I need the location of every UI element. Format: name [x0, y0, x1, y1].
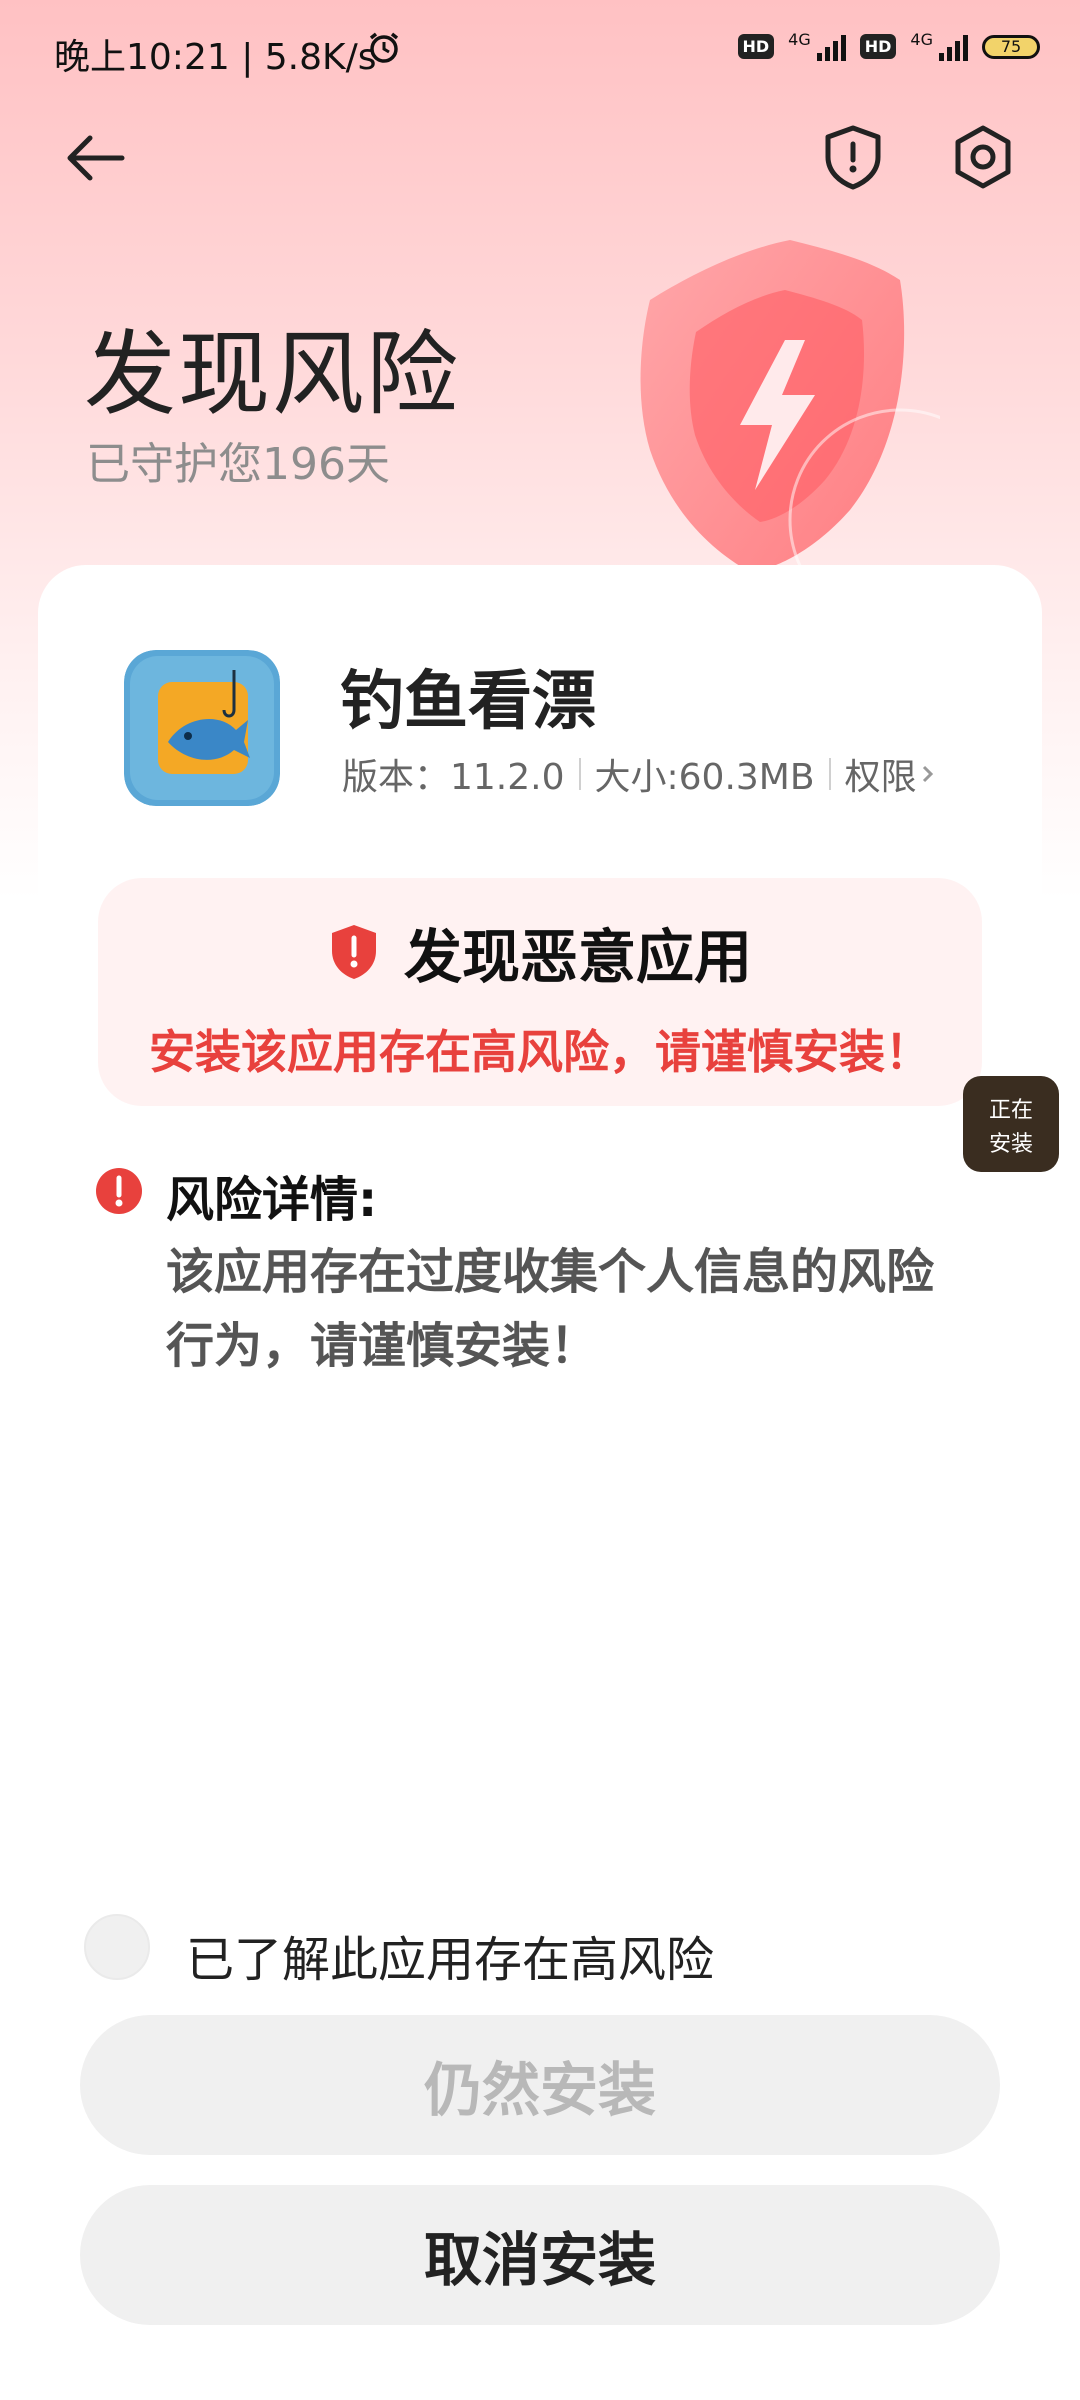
network-type-1: 4G — [788, 30, 811, 49]
app-size: 大小:60.3MB — [594, 757, 815, 798]
battery-icon: 75 — [982, 34, 1040, 59]
shield-exclamation-icon[interactable] — [818, 122, 888, 192]
permissions-label: 权限 — [844, 757, 917, 798]
protection-days: 已守护您196天 — [86, 439, 390, 490]
battery-level: 75 — [1000, 37, 1022, 56]
meta-divider — [578, 758, 581, 790]
gear-icon[interactable] — [948, 122, 1018, 192]
network-type-2: 4G — [910, 30, 933, 49]
app-name: 钓鱼看漂 — [340, 665, 596, 739]
hd-badge-2: HD — [859, 34, 897, 59]
app-version: 版本：11.2.0 — [342, 757, 565, 798]
installing-line-2: 安装 — [988, 1132, 1033, 1157]
installing-line-1: 正在 — [988, 1098, 1033, 1123]
alert-title: 发现恶意应用 — [403, 923, 752, 991]
app-icon — [124, 650, 280, 806]
alert-message: 安装该应用存在高风险，请谨慎安装！ — [149, 1025, 931, 1079]
risk-details-title: 风险详情: — [166, 1172, 378, 1228]
meta-divider — [828, 758, 831, 790]
signal-icon-2 — [939, 33, 968, 61]
risk-details-text: 该应用存在过度收集个人信息的风险行为，请谨慎安装！ — [166, 1244, 935, 1374]
page-title: 发现风险 — [84, 321, 461, 428]
alarm-clock-icon — [369, 32, 399, 63]
acknowledge-radio[interactable] — [84, 1914, 150, 1980]
info-circle-icon — [96, 1168, 142, 1214]
cancel-install-button[interactable]: 取消安装 — [80, 2185, 1000, 2325]
hd-badge-1: HD — [737, 34, 775, 59]
status-indicators: HD 4G HD 4G 75 — [737, 30, 1040, 63]
acknowledge-label[interactable]: 已了解此应用存在高风险 — [186, 1920, 714, 1990]
permissions-link[interactable]: 权限 — [845, 748, 939, 800]
status-bar: 晚上10:21 | 5.8K/s HD 4G HD 4G 75 — [0, 0, 1080, 100]
signal-icon-1 — [816, 33, 846, 61]
clock-time: 晚上10:21 — [54, 37, 230, 78]
installing-text: 正在 安装 — [963, 1094, 1059, 1162]
app-meta: 版本：11.2.0 大小:60.3MB 权限 — [342, 748, 939, 800]
back-arrow-icon[interactable] — [60, 128, 130, 188]
malware-alert-box: 发现恶意应用 安装该应用存在高风险，请谨慎安装！ — [98, 878, 982, 1106]
install-anyway-button[interactable]: 仍然安装 — [80, 2015, 1000, 2155]
alert-title-row: 发现恶意应用 — [98, 910, 982, 994]
installing-floating-bubble[interactable]: 正在 安装 — [955, 1070, 1080, 1180]
status-time-speed: 晚上10:21 | 5.8K/s — [54, 37, 377, 78]
danger-shield-icon — [331, 925, 376, 979]
shield-lightning-icon — [640, 240, 940, 590]
installing-bubble-icon: 正在 安装 — [963, 1076, 1059, 1172]
chevron-right-icon — [922, 765, 933, 783]
network-speed: 5.8K/s — [264, 37, 377, 78]
